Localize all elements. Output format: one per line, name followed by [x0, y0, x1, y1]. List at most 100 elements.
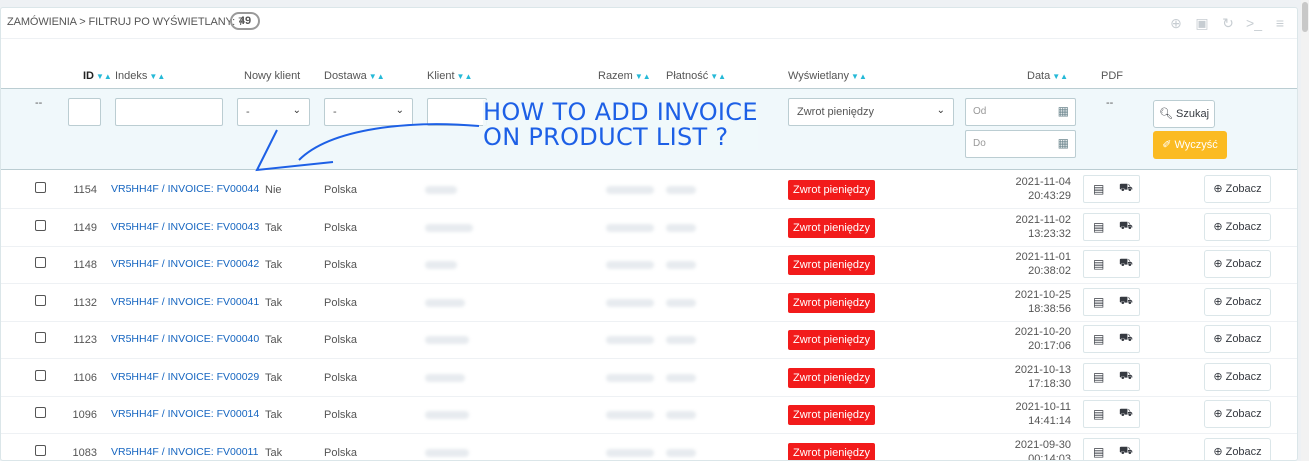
col-client[interactable]: Klient ▼▲ [427, 70, 472, 82]
search-button[interactable]: 🔍︎ Szukaj [1153, 100, 1215, 128]
order-reference[interactable]: VR5HH4F / INVOICE: FV00014 [111, 408, 259, 420]
row-checkbox[interactable] [35, 257, 46, 268]
col-total[interactable]: Razem ▼▲ [598, 70, 651, 82]
order-reference[interactable]: VR5HH4F / INVOICE: FV00040 [111, 333, 259, 345]
filter-date-to[interactable]: Do ▦ [965, 130, 1076, 158]
order-reference[interactable]: VR5HH4F / INVOICE: FV00041 [111, 296, 259, 308]
invoice-icon[interactable]: ▤ [1093, 445, 1104, 459]
status-badge: Zwrot pieniędzy [788, 442, 876, 460]
row-checkbox[interactable] [35, 182, 46, 193]
table-row[interactable]: 1083 VR5HH4F / INVOICE: FV00011 Tak Pols… [1, 434, 1297, 460]
client-blurred [425, 373, 465, 382]
zoom-icon: ⊕ [1213, 295, 1223, 308]
delivery-truck-icon[interactable]: ⛟ [1119, 182, 1133, 196]
col-id[interactable]: ID ▼▲ [83, 70, 112, 82]
col-status[interactable]: Wyświetlany ▼▲ [788, 70, 867, 82]
sort-icon: ▼▲ [851, 72, 867, 81]
view-order-button[interactable]: ⊕ Zobacz [1204, 362, 1271, 391]
row-checkbox[interactable] [35, 444, 46, 456]
table-row[interactable]: 1132 VR5HH4F / INVOICE: FV00041 Tak Pols… [1, 284, 1297, 322]
calendar-icon: ▦ [1057, 136, 1069, 150]
status-badge: Zwrot pieniędzy [788, 180, 876, 200]
client-blurred [425, 411, 469, 419]
row-checkbox[interactable] [35, 407, 46, 418]
row-checkbox[interactable] [35, 294, 46, 306]
table-row[interactable]: 1148 VR5HH4F / INVOICE: FV00042 Tak Pols… [1, 246, 1297, 284]
add-icon[interactable]: ⊕ [1167, 14, 1185, 32]
filter-pdf-dash: -- [1106, 97, 1114, 109]
total-blurred [606, 448, 654, 457]
invoice-icon[interactable]: ▤ [1093, 257, 1104, 271]
view-order-button[interactable]: ⊕ Zobacz [1204, 287, 1271, 316]
order-reference[interactable]: VR5HH4F / INVOICE: FV00044 [111, 183, 259, 195]
annotation-arrow [255, 123, 480, 172]
filter-ref-input[interactable] [115, 98, 223, 126]
delivery-truck-icon[interactable]: ⛟ [1119, 220, 1133, 234]
delivery-truck-icon[interactable]: ⛟ [1119, 407, 1133, 421]
refresh-icon[interactable]: ↻ [1219, 14, 1237, 32]
pdf-buttons: ▤ ⛟ [1083, 175, 1140, 203]
scrollbar[interactable] [1301, 0, 1309, 461]
invoice-icon[interactable]: ▤ [1093, 332, 1104, 346]
delivery-truck-icon[interactable]: ⛟ [1119, 295, 1133, 309]
delivery-truck-icon[interactable]: ⛟ [1119, 257, 1133, 271]
order-id: 1083 [72, 446, 97, 459]
clear-filters-button[interactable]: ✐ Wyczyść [1153, 131, 1227, 159]
annotation-text: HOW TO ADD INVOICE ON PRODUCT LIST ? [483, 98, 758, 151]
table-row[interactable]: 1154 VR5HH4F / INVOICE: FV00044 Nie Pols… [1, 171, 1297, 209]
delivery-truck-icon[interactable]: ⛟ [1119, 370, 1133, 384]
invoice-icon[interactable]: ▤ [1093, 407, 1104, 421]
filter-id-input[interactable] [68, 98, 101, 126]
database-icon[interactable]: ≡ [1271, 14, 1289, 32]
view-order-button[interactable]: ⊕ Zobacz [1204, 437, 1271, 460]
zoom-icon: ⊕ [1213, 370, 1223, 383]
client-blurred [425, 186, 457, 194]
delivery-value: Polska [324, 371, 358, 384]
row-checkbox[interactable] [35, 369, 46, 381]
new-client-value: Tak [265, 221, 283, 234]
payment-blurred [666, 186, 696, 194]
view-order-button[interactable]: ⊕ Zobacz [1204, 212, 1271, 241]
col-ref[interactable]: Indeks ▼▲ [115, 70, 165, 82]
order-date: 2021-10-25 18:38:56 [1014, 288, 1071, 315]
order-reference[interactable]: VR5HH4F / INVOICE: FV00011 [111, 446, 258, 458]
col-date[interactable]: Data ▼▲ [1027, 70, 1068, 82]
col-pdf: PDF [1101, 70, 1123, 82]
order-id: 1132 [73, 296, 97, 309]
col-delivery[interactable]: Dostawa ▼▲ [324, 70, 385, 82]
view-order-button[interactable]: ⊕ Zobacz [1204, 175, 1271, 203]
toolbar: ⊕ ▣ ↻ >_ ≡ [1167, 14, 1289, 32]
order-reference[interactable]: VR5HH4F / INVOICE: FV00029 [111, 371, 259, 383]
invoice-icon[interactable]: ▤ [1093, 182, 1104, 196]
col-payment[interactable]: Płatność ▼▲ [666, 70, 726, 82]
row-checkbox[interactable] [35, 219, 46, 231]
pdf-buttons: ▤ ⛟ [1083, 400, 1140, 428]
client-blurred [425, 448, 469, 457]
status-badge: Zwrot pieniędzy [788, 330, 876, 350]
view-order-button[interactable]: ⊕ Zobacz [1204, 250, 1271, 278]
order-date: 2021-10-20 20:17:06 [1014, 326, 1071, 352]
order-id: 1106 [73, 371, 97, 384]
filter-status-select[interactable]: Zwrot pieniędzy ⌄ [788, 98, 954, 126]
table-row[interactable]: 1096 VR5HH4F / INVOICE: FV00014 Tak Pols… [1, 396, 1297, 434]
view-order-button[interactable]: ⊕ Zobacz [1204, 400, 1271, 428]
row-checkbox[interactable] [35, 332, 46, 343]
order-reference[interactable]: VR5HH4F / INVOICE: FV00042 [111, 258, 259, 270]
sort-icon: ▼▲ [96, 72, 112, 81]
order-reference[interactable]: VR5HH4F / INVOICE: FV00043 [111, 221, 259, 233]
view-order-button[interactable]: ⊕ Zobacz [1204, 325, 1271, 353]
new-client-value: Tak [265, 371, 283, 384]
table-row[interactable]: 1149 VR5HH4F / INVOICE: FV00043 Tak Pols… [1, 209, 1297, 247]
export-icon[interactable]: ▣ [1193, 14, 1211, 32]
delivery-truck-icon[interactable]: ⛟ [1119, 445, 1133, 459]
table-row[interactable]: 1123 VR5HH4F / INVOICE: FV00040 Tak Pols… [1, 321, 1297, 359]
invoice-icon[interactable]: ▤ [1093, 370, 1104, 384]
sql-icon[interactable]: >_ [1245, 14, 1263, 32]
filter-date-from[interactable]: Od ▦ [965, 98, 1076, 126]
total-blurred [606, 411, 654, 419]
delivery-truck-icon[interactable]: ⛟ [1119, 332, 1133, 346]
invoice-icon[interactable]: ▤ [1093, 295, 1104, 309]
eraser-icon: ✐ [1162, 139, 1172, 151]
invoice-icon[interactable]: ▤ [1093, 220, 1104, 234]
table-row[interactable]: 1106 VR5HH4F / INVOICE: FV00029 Tak Pols… [1, 359, 1297, 397]
